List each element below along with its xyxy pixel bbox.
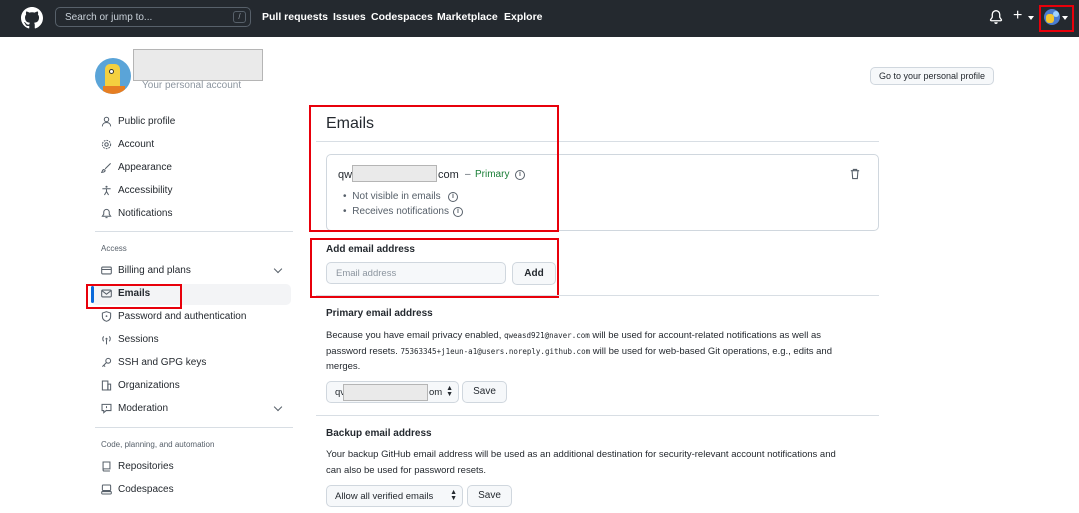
backup-email-select[interactable]: Allow all verified emails ▲ ▼ (326, 485, 463, 507)
backup-email-description: Your backup GitHub email address will be… (326, 447, 876, 478)
redacted-email (352, 165, 437, 182)
bullet-not-visible: • Not visible in emails (343, 191, 441, 202)
primary-desc-part2: will be used for account-related notific… (592, 330, 822, 341)
key-icon (102, 357, 112, 367)
sidebar-item-label: Account (118, 139, 155, 150)
nav-explore[interactable]: Explore (504, 11, 543, 23)
email-input-placeholder: Email address (336, 268, 397, 279)
save-backup-button[interactable]: Save (467, 485, 512, 507)
search-shortcut-key: / (233, 11, 246, 23)
notifications-info-icon[interactable]: i (453, 207, 463, 217)
sidebar-item-label: Appearance (118, 162, 172, 173)
nav-issues[interactable]: Issues (333, 11, 366, 23)
search-placeholder: Search or jump to... (65, 12, 153, 23)
report-icon (101, 403, 112, 414)
primary-email-heading: Primary email address (326, 308, 433, 319)
sidebar-heading-code: Code, planning, and automation (101, 440, 215, 449)
sidebar-item-label: Organizations (118, 380, 180, 391)
redacted-username (133, 49, 263, 81)
email-address-end: com (438, 169, 459, 181)
shield-lock-icon (101, 311, 112, 322)
email-address-input[interactable]: Email address (326, 262, 506, 284)
sidebar-item-label: Sessions (118, 334, 159, 345)
select-arrows-icon: ▲ ▼ (450, 489, 457, 502)
add-email-button[interactable]: Add (512, 262, 556, 285)
page-title: Emails (326, 115, 375, 132)
nav-codespaces[interactable]: Codespaces (371, 11, 433, 23)
bullet-not-visible-text: Not visible in emails (352, 191, 441, 202)
sidebar-active-indicator (91, 286, 94, 303)
backup-select-value: Allow all verified emails (335, 491, 434, 502)
sidebar-item-label: SSH and GPG keys (118, 357, 207, 368)
primary-select-value-end: om (429, 387, 443, 398)
section-divider (316, 415, 879, 416)
top-navbar: Search or jump to... / Pull requests Iss… (0, 0, 1079, 37)
nav-pull-requests[interactable]: Pull requests (262, 11, 328, 23)
email-address-start: qw (338, 169, 353, 181)
moderation-chevron-down-icon[interactable] (273, 402, 283, 412)
person-icon (101, 116, 112, 127)
backup-desc-part1: Your backup GitHub email address will be… (326, 449, 836, 460)
primary-desc-part1: Because you have email privacy enabled, (326, 330, 502, 341)
primary-desc-email2: 75363345+j1eun-a1@users.noreply.github.c… (400, 346, 591, 356)
organization-icon (101, 380, 112, 391)
broadcast-icon (102, 336, 111, 345)
create-caret-icon (1028, 16, 1034, 20)
bullet-receives-notifications-text: Receives notifications (352, 206, 449, 217)
paintbrush-icon (101, 163, 111, 173)
sidebar-item-label: Public profile (118, 116, 176, 127)
email-separator: – (465, 169, 471, 180)
delete-email-trash-icon[interactable] (850, 168, 860, 180)
accessibility-icon (102, 185, 111, 196)
repo-icon (102, 461, 111, 472)
add-email-heading: Add email address (326, 244, 415, 255)
primary-desc-email1: qweasd921@naver.com (503, 331, 590, 340)
sidebar-item-label: Billing and plans (118, 265, 191, 276)
save-primary-button[interactable]: Save (462, 381, 507, 403)
sidebar-item-label: Moderation (118, 403, 169, 414)
notifications-bell-icon[interactable] (989, 10, 1003, 24)
go-to-profile-button[interactable]: Go to your personal profile (870, 67, 994, 85)
sidebar-divider (95, 231, 293, 232)
mail-icon (101, 289, 112, 298)
sidebar-item-label: Codespaces (118, 484, 174, 495)
backup-desc-part2: can also be used for password resets. (326, 464, 487, 476)
primary-desc-part5: merges. (326, 361, 361, 372)
select-arrows-icon: ▲ ▼ (446, 385, 453, 398)
bullet-receives-notifications: • Receives notifications (343, 206, 449, 217)
primary-email-select[interactable]: qv om ▲ ▼ (326, 381, 459, 403)
sidebar-item-label: Notifications (118, 208, 173, 219)
search-input[interactable]: Search or jump to... / (55, 7, 251, 27)
codespaces-icon (101, 484, 112, 495)
section-divider (316, 295, 879, 296)
nav-marketplace[interactable]: Marketplace (437, 11, 498, 23)
primary-email-label: Primary (475, 169, 510, 180)
create-new-plus-icon[interactable]: + (1013, 7, 1022, 25)
sidebar-item-label: Repositories (118, 461, 174, 472)
gear-icon (101, 139, 112, 150)
sidebar-item-label: Accessibility (118, 185, 173, 196)
sidebar-item-label: Password and authentication (118, 311, 247, 322)
primary-desc-part3: password resets. (326, 345, 398, 357)
backup-email-heading: Backup email address (326, 428, 432, 439)
account-subtitle: Your personal account (142, 80, 242, 91)
sidebar-item-label: Emails (118, 288, 151, 299)
billing-chevron-down-icon[interactable] (273, 264, 283, 274)
primary-desc-part4: will be used for web-based Git operation… (592, 345, 832, 357)
sidebar-divider (95, 427, 293, 428)
avatar-caret-icon (1062, 16, 1068, 20)
not-visible-info-icon[interactable]: i (448, 192, 458, 202)
user-avatar-menu[interactable] (1044, 9, 1060, 25)
primary-info-icon[interactable]: i (515, 170, 525, 180)
profile-avatar[interactable] (95, 58, 131, 94)
credit-card-icon (101, 266, 112, 275)
primary-email-description: Because you have email privacy enabled, … (326, 328, 876, 375)
bell-icon (101, 208, 112, 219)
title-divider (316, 141, 879, 142)
redacted-primary-select (343, 384, 428, 401)
sidebar-heading-access: Access (101, 244, 127, 253)
github-logo-icon[interactable] (21, 7, 43, 29)
